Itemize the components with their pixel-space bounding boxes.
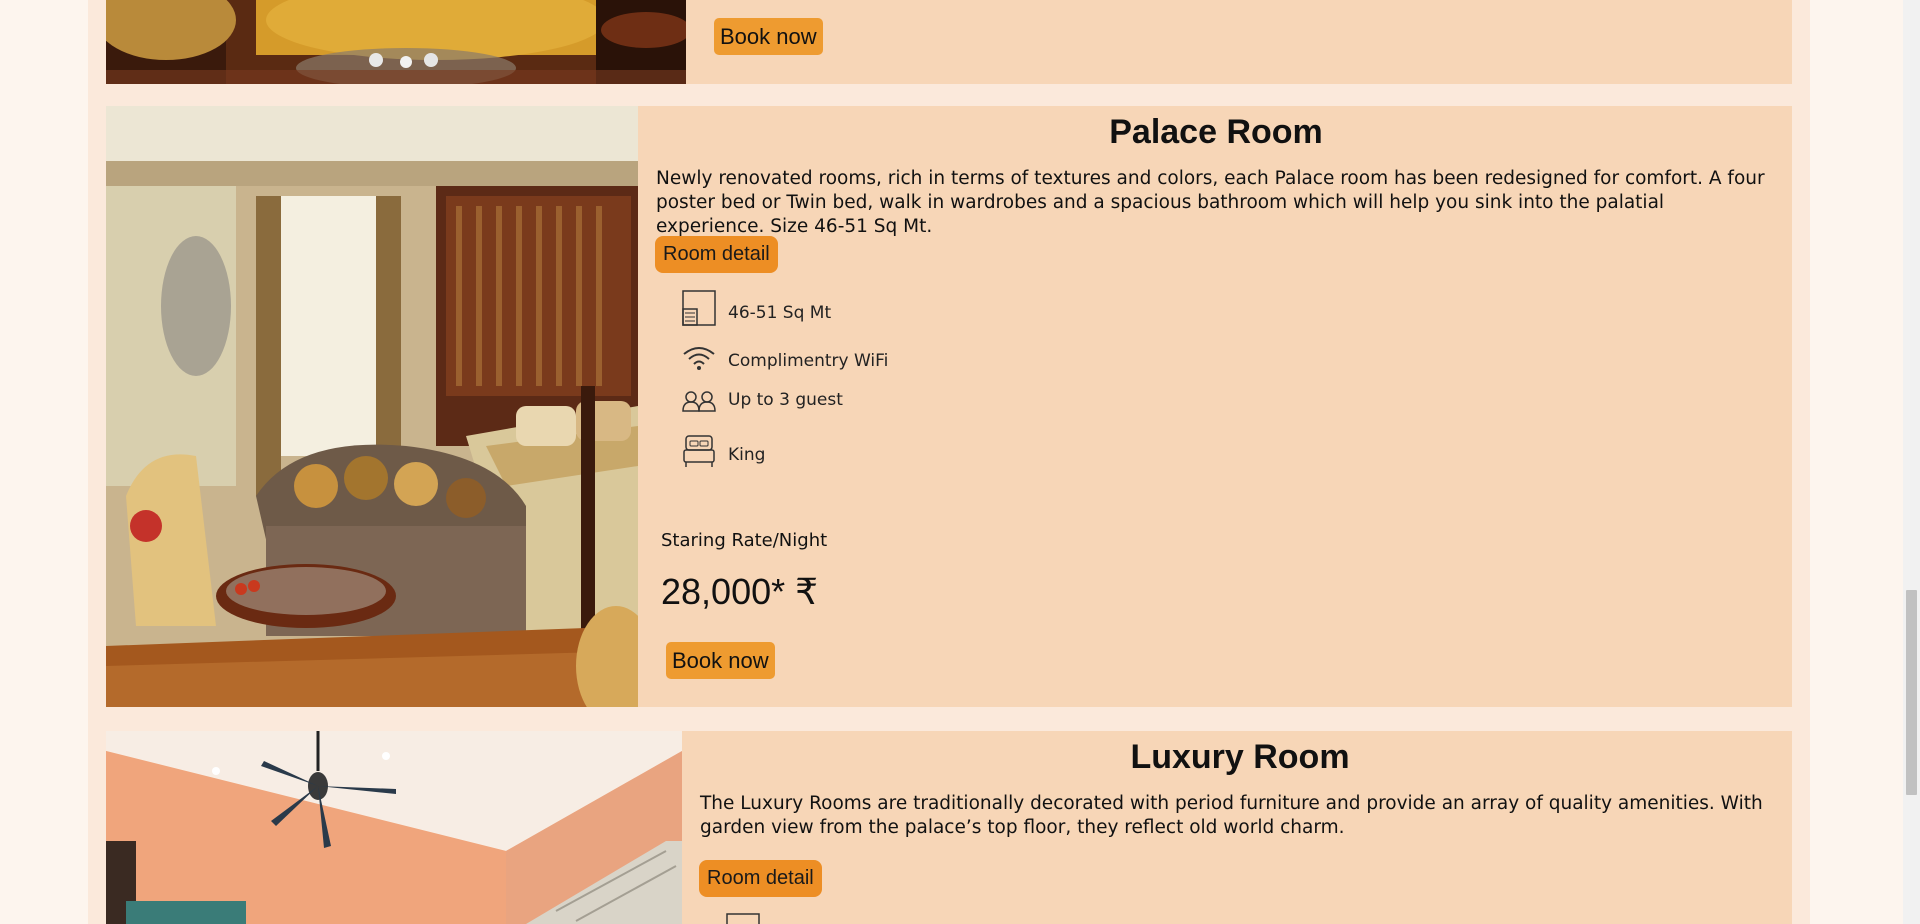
amenity-label: Up to 3 guest bbox=[728, 390, 843, 410]
scrollbar-thumb[interactable] bbox=[1906, 590, 1917, 795]
amenity-guests: Up to 3 guest bbox=[682, 388, 982, 414]
amenity-size: 46-51 Sq Mt bbox=[682, 289, 982, 327]
room-title: Palace Room bbox=[1109, 113, 1323, 151]
amenity-bed: King bbox=[682, 433, 982, 469]
room-content: Luxury Room The Luxury Rooms are traditi… bbox=[700, 731, 1780, 840]
amenity-label: Complimentry WiFi bbox=[728, 351, 889, 371]
guests-icon bbox=[682, 391, 716, 412]
room-title: Luxury Room bbox=[1130, 738, 1350, 776]
room-content: Palace Room Newly renovated rooms, rich … bbox=[656, 106, 1776, 239]
room-price: 28,000* ₹ bbox=[661, 571, 819, 612]
wifi-icon bbox=[683, 347, 715, 370]
room-detail-button[interactable]: Room detail bbox=[699, 860, 822, 897]
amenity-label: 46-51 Sq Mt bbox=[728, 303, 832, 323]
room-description: The Luxury Rooms are traditionally decor… bbox=[700, 792, 1763, 838]
vertical-scrollbar[interactable] bbox=[1903, 0, 1920, 924]
book-now-button[interactable]: Book now bbox=[714, 18, 823, 55]
room-card-luxury: Luxury Room The Luxury Rooms are traditi… bbox=[106, 731, 1792, 924]
room-description: Newly renovated rooms, rich in terms of … bbox=[656, 167, 1765, 237]
bed-icon bbox=[683, 435, 715, 467]
room-photo bbox=[106, 106, 638, 707]
floor-plan-icon bbox=[726, 913, 760, 924]
palace-room-photo bbox=[106, 106, 638, 707]
rate-label: Staring Rate/Night bbox=[661, 530, 828, 551]
book-now-button[interactable]: Book now bbox=[666, 642, 775, 679]
room-card-palace: Palace Room Newly renovated rooms, rich … bbox=[106, 106, 1792, 707]
room-detail-button[interactable]: Room detail bbox=[655, 236, 778, 273]
room-photo bbox=[106, 731, 682, 924]
luxury-room-photo bbox=[106, 731, 682, 924]
amenity-wifi: Complimentry WiFi bbox=[682, 343, 982, 373]
room-photo bbox=[106, 0, 686, 84]
room-photo-image bbox=[106, 0, 686, 84]
amenity-label: King bbox=[728, 445, 766, 465]
room-card-previous: Book now bbox=[106, 0, 1792, 84]
floor-plan-icon bbox=[682, 290, 716, 326]
